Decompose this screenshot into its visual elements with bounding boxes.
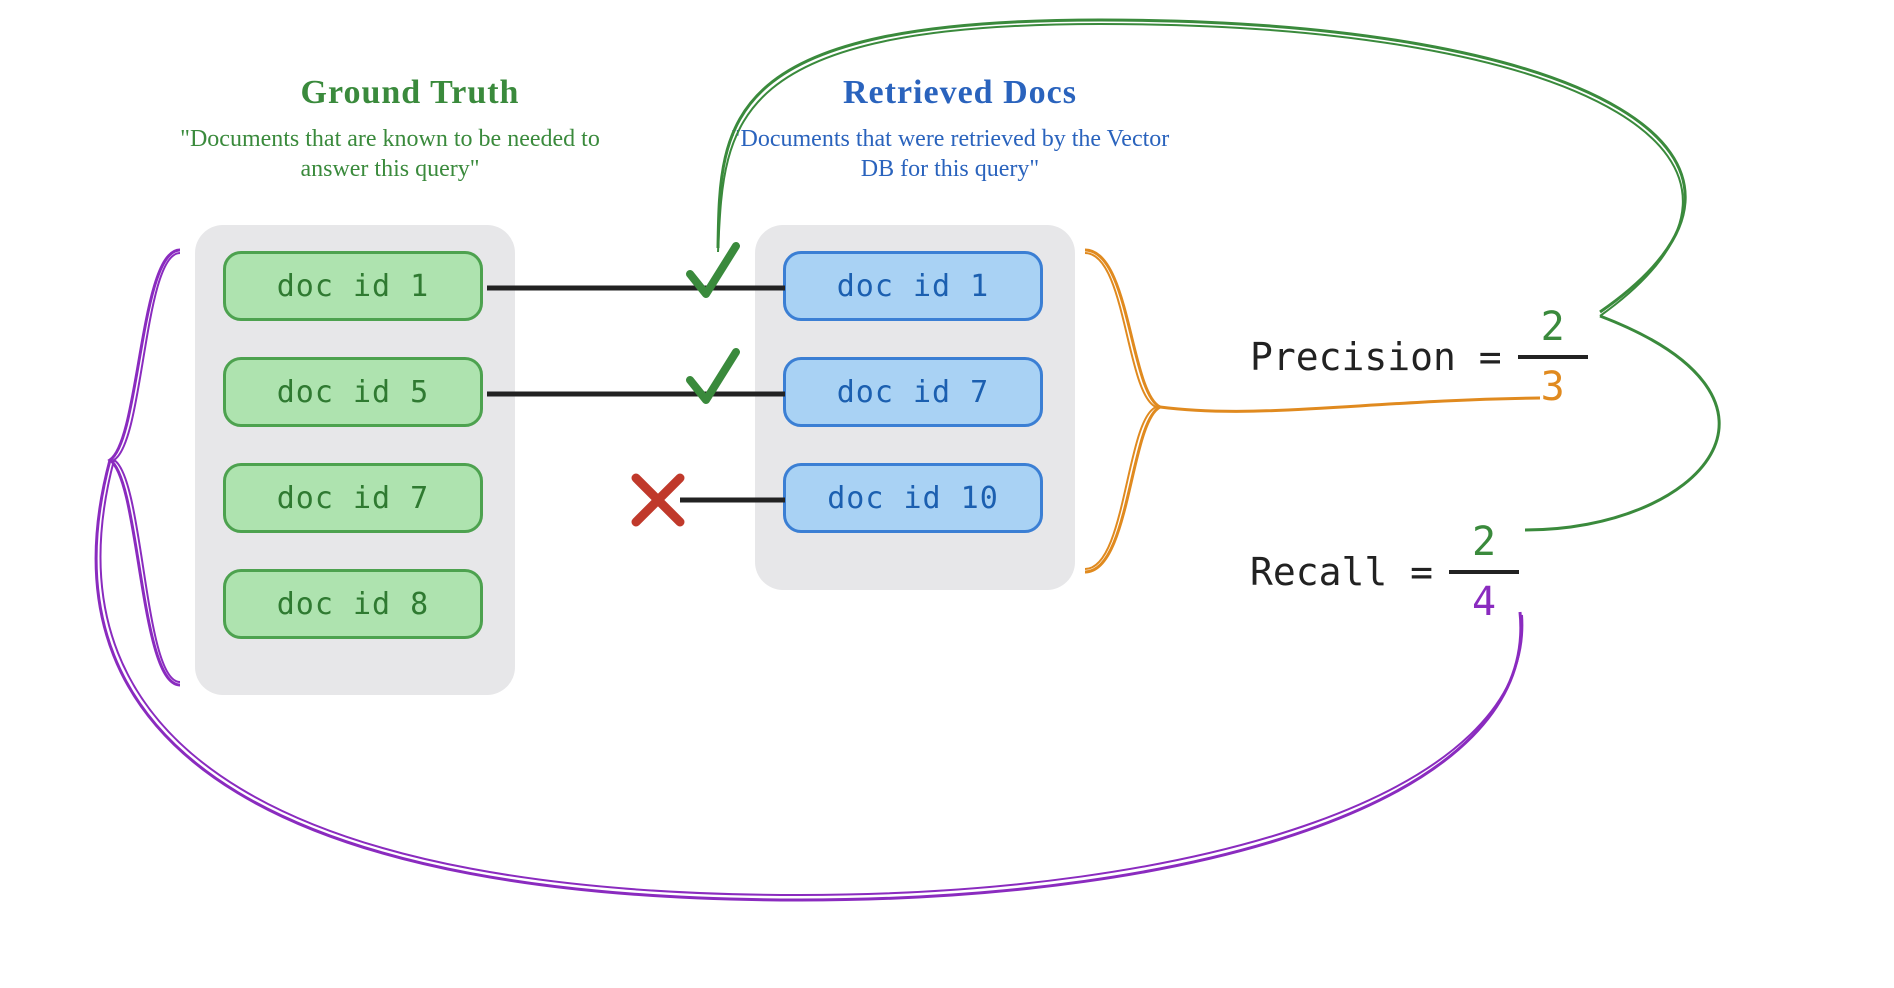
retrieved-panel: doc id 1 doc id 7 doc id 10 — [755, 225, 1075, 590]
precision-den: 3 — [1541, 365, 1565, 409]
recall-fraction: 2 4 — [1449, 520, 1519, 624]
precision-label: Precision = — [1250, 335, 1502, 379]
check-icon — [690, 352, 736, 400]
check-icon — [690, 246, 736, 294]
fraction-bar — [1449, 570, 1519, 574]
ground-truth-heading: Ground Truth — [240, 74, 580, 112]
ret-doc-chip: doc id 7 — [783, 357, 1043, 427]
gt-doc-chip: doc id 7 — [223, 463, 483, 533]
gt-doc-chip: doc id 1 — [223, 251, 483, 321]
recall-num: 2 — [1472, 520, 1496, 564]
recall-formula: Recall = 2 4 — [1250, 520, 1519, 624]
retrieved-sub: "Documents that were retrieved by the Ve… — [720, 124, 1180, 184]
retrieved-heading: Retrieved Docs — [790, 74, 1130, 112]
brace-ground-truth — [110, 250, 180, 685]
gt-doc-chip: doc id 5 — [223, 357, 483, 427]
ground-truth-panel: doc id 1 doc id 5 doc id 7 doc id 8 — [195, 225, 515, 695]
gt-doc-chip: doc id 8 — [223, 569, 483, 639]
recall-label: Recall = — [1250, 550, 1433, 594]
precision-num: 2 — [1541, 305, 1565, 349]
precision-formula: Precision = 2 3 — [1250, 305, 1588, 409]
cross-icon — [636, 478, 680, 522]
brace-retrieved — [1085, 250, 1160, 572]
diagram-root: Ground Truth "Documents that are known t… — [0, 0, 1894, 988]
fraction-bar — [1518, 355, 1588, 359]
precision-fraction: 2 3 — [1518, 305, 1588, 409]
ground-truth-sub: "Documents that are known to be needed t… — [150, 124, 630, 184]
ret-doc-chip: doc id 10 — [783, 463, 1043, 533]
brace-ground-truth-dup — [114, 253, 180, 682]
brace-retrieved-dup — [1085, 253, 1156, 569]
recall-den: 4 — [1472, 580, 1496, 624]
ret-doc-chip: doc id 1 — [783, 251, 1043, 321]
